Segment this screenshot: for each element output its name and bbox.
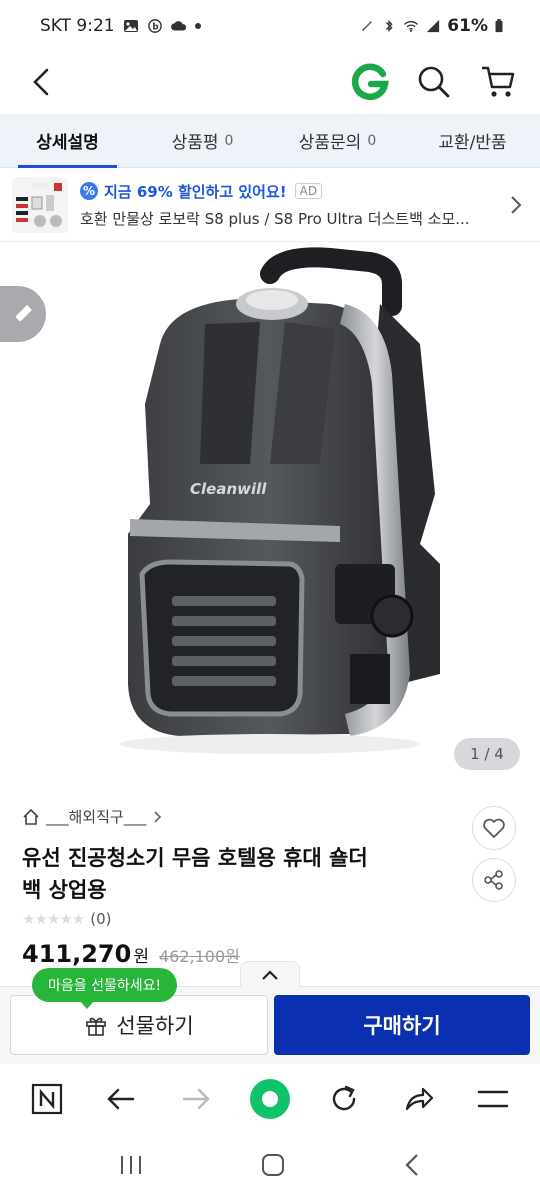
home-button-icon[interactable] bbox=[260, 1152, 286, 1182]
tab-label: 상품문의 bbox=[298, 133, 362, 153]
b-app-icon: b bbox=[147, 19, 162, 33]
tab-label: 상세설명 bbox=[36, 133, 99, 153]
chevron-right-icon bbox=[154, 810, 162, 823]
tab-label: 교환/반품 bbox=[438, 133, 507, 153]
product-title: 유선 진공청소기 무음 호텔용 휴대 숄더 백 상업용 bbox=[22, 842, 452, 906]
breadcrumb[interactable]: ___해외직구___ bbox=[22, 806, 164, 827]
tab-reviews[interactable]: 상품평 0 bbox=[135, 114, 270, 167]
price-block: 411,270 원 462,100원 bbox=[22, 940, 240, 968]
rating-count: (0) bbox=[90, 910, 112, 928]
tab-questions[interactable]: 상품문의 0 bbox=[270, 114, 405, 167]
title-line: 유선 진공청소기 무음 호텔용 휴대 숄더 bbox=[22, 846, 368, 870]
ad-tag: AD bbox=[294, 183, 323, 199]
gift-icon bbox=[86, 1017, 107, 1036]
tab-description[interactable]: 상세설명 bbox=[0, 114, 135, 168]
svg-text:Cleanwill: Cleanwill bbox=[190, 480, 267, 498]
status-bar: SKT 9:21 b 61% bbox=[0, 0, 540, 52]
ad-thumbnail bbox=[12, 176, 68, 233]
signal-icon bbox=[427, 19, 440, 33]
ad-headline: 지금 69% 할인하고 있어요! bbox=[104, 182, 287, 201]
chevron-up-icon[interactable] bbox=[240, 961, 300, 987]
reload-icon[interactable] bbox=[319, 1074, 369, 1124]
sale-price: 411,270 bbox=[22, 940, 132, 968]
rating: ★★★★★ (0) bbox=[22, 910, 112, 928]
price-unit: 원 bbox=[133, 947, 149, 967]
carrier-time: SKT 9:21 bbox=[40, 16, 115, 36]
image-counter: 1 / 4 bbox=[454, 738, 520, 770]
heart-icon[interactable] bbox=[472, 806, 516, 850]
gift-label: 선물하기 bbox=[116, 1014, 194, 1038]
back-arrow-icon[interactable] bbox=[20, 60, 64, 104]
system-back-icon[interactable] bbox=[402, 1152, 422, 1182]
original-price: 462,100원 bbox=[158, 947, 240, 966]
tab-count: 0 bbox=[224, 132, 234, 149]
bluetooth-icon bbox=[386, 20, 393, 32]
tab-label: 상품평 bbox=[171, 133, 219, 153]
screen: SKT 9:21 b 61% 상세설명 상품평 0 상품문의 0 교환/반품 %… bbox=[0, 0, 540, 1200]
home-circle-icon[interactable] bbox=[245, 1074, 295, 1124]
home-icon bbox=[23, 808, 39, 825]
share-icon[interactable] bbox=[472, 858, 516, 902]
title-line: 백 상업용 bbox=[22, 878, 107, 902]
gift-button[interactable]: 선물하기 bbox=[10, 995, 268, 1055]
battery-icon bbox=[495, 19, 503, 33]
detail-tabs: 상세설명 상품평 0 상품문의 0 교환/반품 bbox=[0, 114, 540, 168]
back-icon[interactable] bbox=[96, 1074, 146, 1124]
ad-description: 호환 만물상 로보락 S8 plus / S8 Pro Ultra 더스트백 소… bbox=[80, 209, 470, 228]
system-nav bbox=[0, 1134, 540, 1200]
browser-toolbar bbox=[0, 1064, 540, 1134]
tab-exchange[interactable]: 교환/반품 bbox=[405, 114, 540, 167]
cart-icon[interactable] bbox=[476, 60, 520, 104]
recents-icon[interactable] bbox=[118, 1153, 144, 1181]
mute-icon bbox=[362, 21, 373, 32]
battery-percent: 61% bbox=[447, 16, 488, 36]
product-image[interactable]: Cleanwill bbox=[0, 244, 540, 786]
search-icon[interactable] bbox=[412, 60, 456, 104]
buy-button[interactable]: 구매하기 bbox=[274, 995, 530, 1055]
gmarket-g-logo[interactable] bbox=[348, 60, 392, 104]
percent-badge-icon: % bbox=[80, 182, 98, 200]
tab-count: 0 bbox=[367, 132, 377, 149]
app-header bbox=[0, 52, 540, 112]
cloud-icon bbox=[170, 21, 186, 31]
ad-banner[interactable]: % 지금 69% 할인하고 있어요! AD 호환 만물상 로보락 S8 plus… bbox=[0, 168, 540, 242]
wifi-icon bbox=[404, 20, 419, 32]
gift-tooltip: 마음을 선물하세요! bbox=[32, 968, 178, 1009]
notification-dot bbox=[194, 23, 201, 29]
menu-icon[interactable] bbox=[468, 1074, 518, 1124]
naver-n-icon[interactable] bbox=[22, 1074, 72, 1124]
chevron-right-icon bbox=[504, 194, 528, 216]
gallery-icon bbox=[123, 20, 138, 32]
empty-stars-icon: ★★★★★ bbox=[22, 910, 85, 928]
forward-icon[interactable] bbox=[171, 1074, 221, 1124]
category-link: ___해외직구___ bbox=[46, 808, 147, 826]
share-arrow-icon[interactable] bbox=[394, 1074, 444, 1124]
svg-text:b: b bbox=[152, 23, 158, 33]
